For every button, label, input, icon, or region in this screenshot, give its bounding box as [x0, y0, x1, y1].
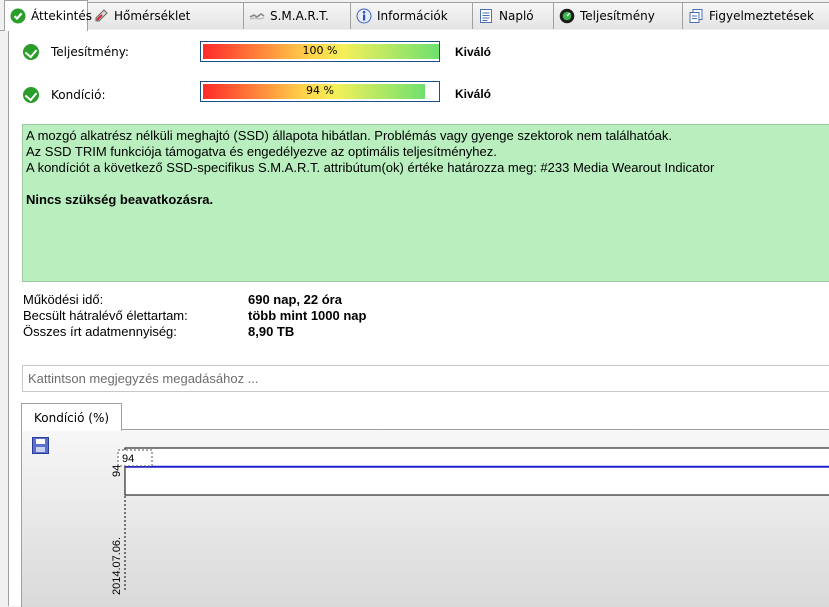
- condition-bar: 94 %: [200, 81, 440, 102]
- log-icon: [478, 8, 494, 24]
- x-tick-label: 2014.07.06.: [111, 537, 123, 595]
- check-icon: [10, 8, 26, 24]
- condition-label: Kondíció:: [51, 88, 106, 102]
- performance-row: Teljesítmény:: [23, 44, 129, 60]
- stat-label: Összes írt adatmennyiség:: [23, 324, 177, 339]
- message-bold: Nincs szükség beavatkozásra.: [26, 192, 214, 207]
- condition-value: 94 %: [306, 84, 334, 97]
- plot-area: [124, 447, 829, 496]
- stat-label: Becsült hátralévő élettartam:: [23, 308, 188, 323]
- y-tick-label: 94: [111, 465, 123, 477]
- message-line: A kondíciót a következő SSD-specifikus S…: [26, 160, 715, 175]
- condition-rating: Kiváló: [455, 87, 492, 101]
- performance-icon: [559, 8, 575, 24]
- stat-value: több mint 1000 nap: [248, 308, 367, 323]
- condition-row: Kondíció:: [23, 87, 106, 103]
- tab-label: Napló: [499, 9, 534, 23]
- warnings-icon: [688, 8, 704, 24]
- tab-label: Hőmérséklet: [114, 9, 191, 23]
- overview-panel: Teljesítmény: 100 % Kiváló Kondíció: 94 …: [8, 30, 829, 607]
- stat-row: Becsült hátralévő élettartam: több mint 1…: [23, 308, 366, 324]
- performance-label: Teljesítmény:: [51, 45, 129, 59]
- stat-row: Összes írt adatmennyiség: 8,90 TB: [23, 324, 366, 340]
- message-line: Az SSD TRIM funkciója támogatva és enged…: [26, 144, 497, 159]
- note-input[interactable]: Kattintson megjegyzés megadásához ...: [22, 365, 829, 392]
- tab-label: Áttekintés: [31, 9, 93, 23]
- chart-area: 94 94 2014.07.06.: [21, 429, 829, 607]
- thermometer-icon: [93, 8, 109, 24]
- tab-smart[interactable]: S.M.A.R.T.: [243, 2, 351, 29]
- tab-label: Információk: [377, 9, 448, 23]
- tab-log[interactable]: Napló: [472, 2, 554, 29]
- stat-row: Működési idő: 690 nap, 22 óra: [23, 292, 366, 308]
- stat-label: Működési idő:: [23, 292, 104, 307]
- message-line: A mozgó alkatrész nélküli meghajtó (SSD)…: [26, 128, 673, 143]
- tab-label: Figyelmeztetések: [709, 9, 814, 23]
- stat-value: 8,90 TB: [248, 324, 295, 339]
- tab-performance[interactable]: Teljesítmény: [553, 2, 683, 29]
- condition-chart: 94 94 2014.07.06.: [111, 447, 829, 595]
- tab-overview[interactable]: Áttekintés: [4, 0, 92, 31]
- tab-condition-chart[interactable]: Kondíció (%): [21, 403, 123, 431]
- performance-rating: Kiváló: [455, 45, 492, 59]
- performance-value: 100 %: [302, 44, 338, 57]
- tab-info[interactable]: Információk: [350, 2, 473, 29]
- tab-label: S.M.A.R.T.: [270, 9, 329, 23]
- tab-temperature[interactable]: Hőmérséklet: [87, 2, 244, 29]
- tab-warnings[interactable]: Figyelmeztetések: [682, 2, 829, 29]
- check-icon: [23, 87, 39, 103]
- tab-label: Teljesítmény: [580, 9, 655, 23]
- tab-bar: Áttekintés Hőmérséklet S.M.A.R.T. Inform…: [0, 0, 829, 31]
- stat-value: 690 nap, 22 óra: [248, 292, 342, 307]
- info-icon: [356, 8, 372, 24]
- check-icon: [23, 44, 39, 60]
- stats-block: Működési idő: 690 nap, 22 óra Becsült hát…: [23, 292, 366, 340]
- smart-icon: [249, 8, 265, 24]
- performance-bar: 100 %: [200, 41, 440, 62]
- data-label: 94: [122, 453, 134, 465]
- status-message: A mozgó alkatrész nélküli meghajtó (SSD)…: [22, 124, 829, 282]
